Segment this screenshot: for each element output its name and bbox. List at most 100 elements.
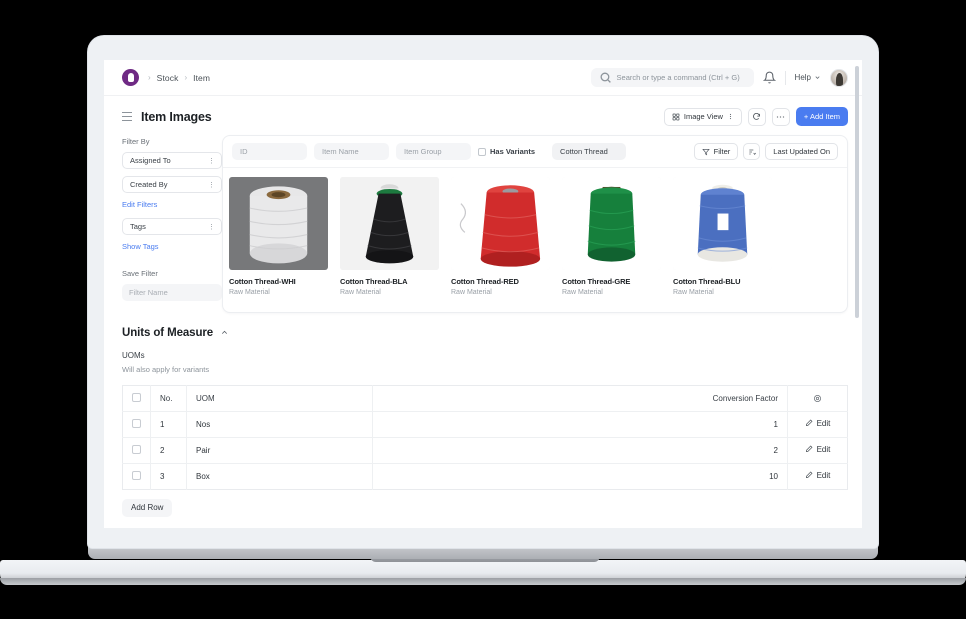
breadcrumb-item-item[interactable]: Item [193, 73, 210, 83]
filter-id-input[interactable]: ID [232, 143, 307, 160]
cell-conversion-factor[interactable]: 2 [372, 437, 789, 464]
chevron-down-icon [815, 76, 820, 79]
page-scrollbar[interactable] [855, 66, 859, 318]
save-filter-label: Save Filter [122, 269, 158, 278]
item-card-title: Cotton Thread-BLU [673, 277, 741, 286]
table-row[interactable]: 3 Box 10 Edit [122, 463, 848, 489]
cell-conversion-factor[interactable]: 1 [372, 411, 789, 438]
table-header-row: No. UOM Conversion Factor [122, 385, 848, 412]
filter-sidebar: Filter By Assigned To ⋮ Created By ⋮ Edi… [104, 135, 222, 313]
more-actions-button[interactable] [771, 107, 790, 126]
settings-icon[interactable] [813, 394, 822, 403]
row-checkbox[interactable] [122, 437, 151, 464]
laptop-base-shadow [0, 578, 966, 585]
navbar-divider [784, 70, 786, 85]
refresh-button[interactable] [747, 107, 766, 126]
filter-name-placeholder: Filter Name [129, 288, 168, 297]
cell-uom[interactable]: Box [186, 463, 373, 489]
created-by-label: Created By [130, 180, 168, 189]
navbar-right-group: Search or type a command (Ctrl + G) Help [590, 68, 848, 87]
item-card[interactable]: Cotton Thread-BLU Raw Material [667, 177, 778, 296]
list-view-card: ID Item Name Item Group Has Variants Cot… [222, 135, 848, 313]
item-image-cotton-thread-white [229, 177, 328, 270]
filter-item-group-placeholder: Item Group [404, 147, 442, 156]
avatar[interactable] [830, 68, 848, 87]
row-edit-button[interactable]: Edit [788, 463, 848, 489]
image-view-switcher[interactable]: Image View [663, 107, 742, 126]
row-edit-label: Edit [816, 418, 831, 428]
assigned-to-label: Assigned To [130, 156, 171, 165]
breadcrumb-separator: › [148, 73, 151, 82]
sort-field-button[interactable]: Last Updated On [765, 143, 838, 160]
row-checkbox[interactable] [122, 463, 151, 489]
item-card-meta: Raw Material [673, 288, 714, 296]
frappe-logo-icon[interactable] [122, 69, 139, 86]
uom-field-hint: Will also apply for variants [122, 364, 210, 374]
pencil-icon [805, 419, 813, 427]
uom-section-header[interactable]: Units of Measure [122, 327, 848, 339]
kebab-vertical-icon: ⋮ [208, 181, 215, 189]
cell-uom[interactable]: Nos [186, 411, 373, 438]
item-card[interactable]: Cotton Thread-GRE Raw Material [556, 177, 667, 296]
sort-direction-button[interactable] [743, 143, 761, 160]
row-edit-button[interactable]: Edit [787, 437, 848, 464]
select-all-header[interactable] [122, 385, 151, 412]
checkbox-box-icon[interactable] [132, 470, 141, 480]
breadcrumb-item-stock[interactable]: Stock [157, 73, 179, 83]
checkbox-box-icon[interactable] [132, 444, 141, 454]
edit-filters-link[interactable]: Edit Filters [122, 200, 222, 209]
add-item-button[interactable]: + Add Item [795, 107, 848, 126]
item-card[interactable]: Cotton Thread-RED Raw Material [445, 177, 556, 296]
ellipsis-icon [777, 115, 785, 118]
column-header-no: No. [150, 385, 187, 412]
filter-name-input[interactable]: Filter Name [122, 284, 222, 301]
uom-field-label: UOMs [122, 350, 145, 360]
checkbox-box-icon [478, 147, 486, 156]
created-by-select[interactable]: Created By ⋮ [122, 176, 222, 193]
uom-table: No. UOM Conversion Factor 1 Nos 1 Edit 2… [122, 384, 848, 490]
filter-item-group-input[interactable]: Item Group [396, 143, 471, 160]
row-edit-button[interactable]: Edit [787, 411, 848, 438]
checkbox-box-icon[interactable] [132, 418, 141, 428]
cell-no: 2 [150, 437, 187, 464]
filter-button-label: Filter [713, 147, 731, 156]
cell-uom[interactable]: Pair [186, 437, 373, 464]
table-row[interactable]: 2 Pair 2 Edit [122, 437, 848, 464]
filter-item-name-input[interactable]: Item Name [314, 143, 389, 160]
cell-conversion-factor[interactable]: 10 [372, 463, 789, 489]
filter-button[interactable]: Filter [693, 143, 739, 160]
active-filter-tag-label: Cotton Thread [560, 147, 608, 156]
add-row-button[interactable]: Add Row [122, 498, 173, 517]
filter-id-placeholder: ID [240, 147, 248, 156]
assigned-to-select[interactable]: Assigned To ⋮ [122, 152, 222, 169]
refresh-icon [753, 112, 761, 120]
checkbox-box-icon[interactable] [132, 392, 141, 402]
has-variants-label: Has Variants [490, 147, 536, 156]
screenshot-stage: › Stock › Item Search or type a command … [0, 0, 966, 619]
item-image-cotton-thread-red [451, 177, 550, 270]
bell-icon[interactable] [762, 71, 776, 84]
units-of-measure-section: Units of Measure UOMs Will also apply fo… [104, 313, 862, 517]
column-settings-header[interactable] [787, 385, 848, 412]
column-header-uom: UOM [186, 385, 373, 412]
row-edit-label: Edit [816, 444, 831, 454]
item-card-title: Cotton Thread-BLA [340, 277, 408, 286]
item-card-title: Cotton Thread-WHI [229, 277, 296, 286]
item-card[interactable]: Cotton Thread-WHI Raw Material [223, 177, 334, 296]
item-image-cotton-thread-green [562, 177, 661, 270]
chevron-up-icon[interactable] [220, 328, 229, 337]
search-input[interactable]: Search or type a command (Ctrl + G) [590, 68, 754, 87]
has-variants-checkbox[interactable]: Has Variants [478, 147, 535, 156]
cell-no: 3 [150, 463, 187, 489]
table-row[interactable]: 1 Nos 1 Edit [122, 411, 848, 438]
tags-select[interactable]: Tags ⋮ [122, 218, 222, 235]
laptop-lid: › Stock › Item Search or type a command … [88, 36, 878, 548]
help-menu[interactable]: Help [795, 73, 821, 82]
row-checkbox[interactable] [122, 411, 151, 438]
item-card[interactable]: Cotton Thread-BLA Raw Material [334, 177, 445, 296]
hamburger-icon[interactable] [122, 112, 132, 121]
active-filter-tag[interactable]: Cotton Thread [552, 143, 627, 160]
show-tags-link[interactable]: Show Tags [122, 242, 222, 251]
item-card-grid: Cotton Thread-WHI Raw Material Cotton Th… [223, 168, 847, 312]
